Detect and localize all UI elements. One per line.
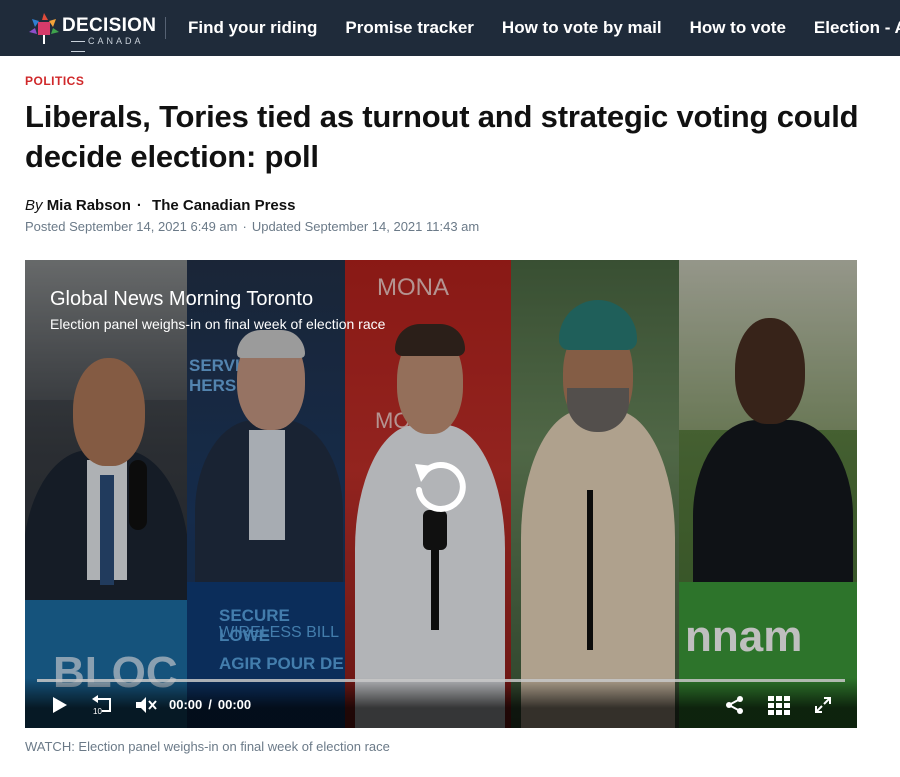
byline-prefix: By (25, 197, 43, 214)
nav-link-election-a[interactable]: Election - A (814, 18, 900, 38)
video-time-display: 00:00 / 00:00 (169, 697, 251, 712)
logo-subtitle: CANADA (68, 36, 152, 56)
play-button[interactable] (49, 692, 71, 718)
video-subtitle: Election panel weighs-in on final week o… (50, 316, 386, 332)
nav-link-how-to-vote[interactable]: How to vote (690, 18, 786, 38)
replay-icon[interactable] (405, 452, 473, 520)
rewind-10-button[interactable]: 10 (89, 692, 115, 718)
svg-text:10: 10 (93, 707, 102, 716)
logo-wordmark: DECISION (62, 15, 157, 36)
updated-date: Updated September 14, 2021 11:43 am (251, 219, 480, 234)
nav-link-find-your-riding[interactable]: Find your riding (188, 18, 317, 38)
current-time: 00:00 (169, 697, 203, 712)
top-nav: DECISION CANADA Find your riding Promise… (0, 0, 900, 56)
volume-muted-icon (136, 697, 157, 713)
rewind-10-icon: 10 (92, 695, 111, 716)
share-button[interactable] (723, 692, 747, 718)
playlist-grid-button[interactable] (765, 692, 793, 718)
share-icon (726, 696, 743, 714)
video-title: Global News Morning Toronto (50, 288, 314, 310)
article-dates: Posted September 14, 2021 6:49 am · Update… (25, 219, 479, 234)
posted-date: Posted September 14, 2021 6:49 am (25, 219, 238, 234)
duration: 00:00 (217, 697, 252, 712)
fullscreen-button[interactable] (811, 692, 835, 718)
video-control-row: 10 00:00 / 00:00 (25, 692, 857, 718)
time-separator: / (208, 697, 212, 712)
video-caption: WATCH: Election panel weighs-in on final… (25, 739, 390, 754)
video-player[interactable]: BLOC SERVICES HERS SECURE LOWE WIRELESS … (25, 260, 857, 728)
source-name: The Canadian Press (152, 197, 296, 214)
category-label[interactable]: POLITICS (25, 74, 84, 88)
article-headline: Liberals, Tories tied as turnout and str… (25, 99, 859, 174)
byline-dot: · (136, 197, 142, 214)
maple-leaf-logo-icon (29, 13, 59, 44)
nav-link-promise-tracker[interactable]: Promise tracker (345, 18, 474, 38)
nav-link-vote-by-mail[interactable]: How to vote by mail (502, 18, 662, 38)
video-progress-bar[interactable] (37, 679, 845, 682)
grid-icon (768, 696, 790, 715)
date-separator: · (242, 219, 247, 234)
play-icon (53, 697, 67, 713)
byline: By Mia Rabson · The Canadian Press (25, 197, 295, 214)
author-name[interactable]: Mia Rabson (47, 197, 131, 214)
decision-canada-logo[interactable]: DECISION CANADA (28, 11, 156, 46)
nav-divider (165, 17, 166, 39)
mute-button[interactable] (133, 692, 159, 718)
nav-links: Find your riding Promise tracker How to … (188, 0, 900, 56)
fullscreen-icon (815, 697, 831, 713)
